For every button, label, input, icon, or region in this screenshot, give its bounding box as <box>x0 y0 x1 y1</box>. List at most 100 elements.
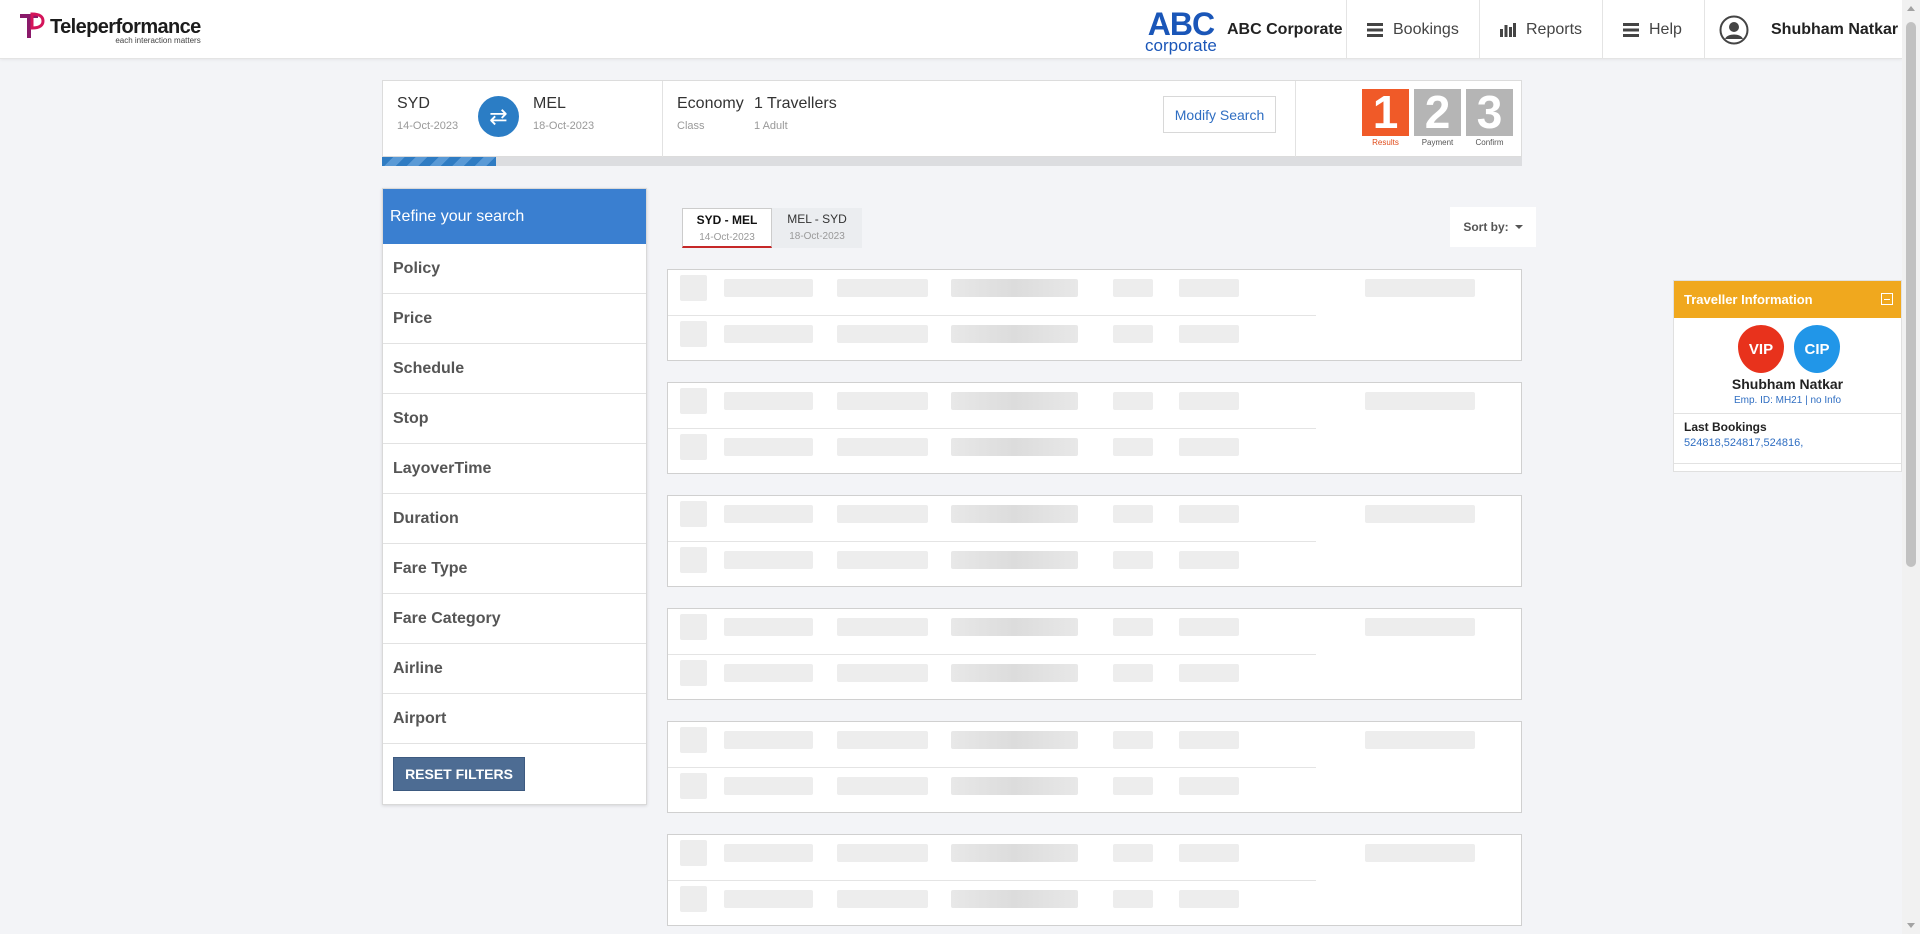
loading-placeholder <box>837 731 928 749</box>
flight-result-skeleton <box>667 382 1522 474</box>
filter-price[interactable]: Price <box>383 294 646 344</box>
vip-badge: VIP <box>1738 325 1784 373</box>
loading-placeholder <box>837 777 928 795</box>
collapse-icon[interactable] <box>1881 293 1893 305</box>
scrollbar-thumb[interactable] <box>1906 22 1916 567</box>
loading-placeholder <box>951 392 1078 410</box>
loading-placeholder <box>724 664 813 682</box>
loading-placeholder <box>724 279 813 297</box>
loading-placeholder <box>1113 618 1153 636</box>
nav-bookings[interactable]: Bookings <box>1346 0 1479 59</box>
loading-placeholder <box>724 551 813 569</box>
swap-route-button[interactable]: ⇄ <box>478 96 519 137</box>
scroll-down-icon[interactable] <box>1907 923 1915 928</box>
loading-placeholder <box>951 505 1078 523</box>
reset-filters-button[interactable]: RESET FILTERS <box>393 757 525 791</box>
loading-placeholder <box>951 279 1078 297</box>
filter-fare-type[interactable]: Fare Type <box>383 544 646 594</box>
loading-placeholder <box>1113 664 1153 682</box>
filter-airline[interactable]: Airline <box>383 644 646 694</box>
brand-name: Teleperformance <box>50 16 201 38</box>
flight-result-skeleton <box>667 608 1522 700</box>
filter-layover-time[interactable]: LayoverTime <box>383 444 646 494</box>
loading-placeholder <box>724 618 813 636</box>
teleperformance-mark-icon <box>18 12 46 40</box>
menu-icon <box>1623 22 1639 37</box>
loading-placeholder <box>724 325 813 343</box>
filter-schedule[interactable]: Schedule <box>383 344 646 394</box>
loading-placeholder <box>1179 618 1239 636</box>
summary-divider <box>1295 81 1296 158</box>
travellers-value: 1 Travellers <box>754 95 837 112</box>
loading-placeholder <box>1113 731 1153 749</box>
filter-duration[interactable]: Duration <box>383 494 646 544</box>
loading-placeholder <box>724 505 813 523</box>
cabin-class: Economy Class <box>677 95 744 132</box>
sort-dropdown[interactable]: Sort by: <box>1450 207 1536 247</box>
price-placeholder <box>1365 505 1475 523</box>
loading-placeholder <box>1113 392 1153 410</box>
cabin-label: Class <box>677 120 705 132</box>
traveller-info-panel: Traveller Information VIP CIP Shubham Na… <box>1673 280 1902 472</box>
nav-help[interactable]: Help <box>1602 0 1704 59</box>
leg-date: 14-Oct-2023 <box>699 232 755 243</box>
loading-placeholder <box>724 731 813 749</box>
price-placeholder <box>1365 731 1475 749</box>
filter-policy[interactable]: Policy <box>383 244 646 294</box>
loading-placeholder <box>1179 392 1239 410</box>
modify-search-button[interactable]: Modify Search <box>1163 96 1276 133</box>
flight-result-skeleton <box>667 834 1522 926</box>
loading-placeholder <box>724 844 813 862</box>
price-placeholder <box>1365 392 1475 410</box>
swap-arrows-icon: ⇄ <box>489 103 508 129</box>
filter-stop[interactable]: Stop <box>383 394 646 444</box>
loading-placeholder <box>680 321 707 347</box>
loading-placeholder <box>837 505 928 523</box>
loading-placeholder <box>680 773 707 799</box>
loading-placeholder <box>680 547 707 573</box>
loading-placeholder <box>951 731 1078 749</box>
traveller-emp-info[interactable]: Emp. ID: MH21 | no Info <box>1674 395 1901 406</box>
scroll-up-icon[interactable] <box>1907 6 1915 11</box>
refine-title: Refine your search <box>383 189 646 244</box>
loading-placeholder <box>837 844 928 862</box>
menu-icon <box>1367 22 1383 37</box>
user-menu[interactable]: Shubham Natkar <box>1704 0 1902 59</box>
page-scrollbar[interactable] <box>1902 0 1920 934</box>
step-payment: 2 Payment <box>1412 89 1463 147</box>
loading-placeholder <box>951 890 1078 908</box>
traveller-info-title: Traveller Information <box>1684 292 1813 307</box>
loading-placeholder <box>680 275 707 301</box>
caret-down-icon <box>1514 225 1523 229</box>
step-confirm: 3 Confirm <box>1464 89 1515 147</box>
loading-placeholder <box>951 438 1078 456</box>
last-bookings-links[interactable]: 524818,524817,524816, <box>1684 437 1891 449</box>
price-placeholder <box>1365 618 1475 636</box>
loading-placeholder <box>1179 664 1239 682</box>
loading-placeholder <box>837 664 928 682</box>
tab-leg-outbound[interactable]: SYD - MEL 14-Oct-2023 <box>682 208 772 248</box>
loading-placeholder <box>724 438 813 456</box>
brand-tagline: each interaction matters <box>115 36 201 45</box>
traveller-name: Shubham Natkar <box>1731 376 1844 392</box>
nav-reports[interactable]: Reports <box>1479 0 1602 59</box>
sort-label: Sort by: <box>1463 220 1509 234</box>
loading-placeholder <box>1179 551 1239 569</box>
loading-placeholder <box>1179 731 1239 749</box>
loading-placeholder <box>1113 551 1153 569</box>
loading-placeholder <box>1179 505 1239 523</box>
loading-placeholder <box>680 388 707 414</box>
loading-placeholder <box>951 325 1078 343</box>
cabin-value: Economy <box>677 95 744 112</box>
loading-placeholder <box>724 777 813 795</box>
loading-placeholder <box>680 501 707 527</box>
filter-airport[interactable]: Airport <box>383 694 646 744</box>
price-placeholder <box>1365 844 1475 862</box>
teleperformance-logo[interactable]: Teleperformance each interaction matters <box>18 12 201 45</box>
loading-placeholder <box>1179 890 1239 908</box>
filter-fare-category[interactable]: Fare Category <box>383 594 646 644</box>
loading-placeholder <box>837 325 928 343</box>
loading-placeholder <box>1179 279 1239 297</box>
loading-placeholder <box>1113 505 1153 523</box>
tab-leg-return[interactable]: MEL - SYD 18-Oct-2023 <box>772 208 862 248</box>
